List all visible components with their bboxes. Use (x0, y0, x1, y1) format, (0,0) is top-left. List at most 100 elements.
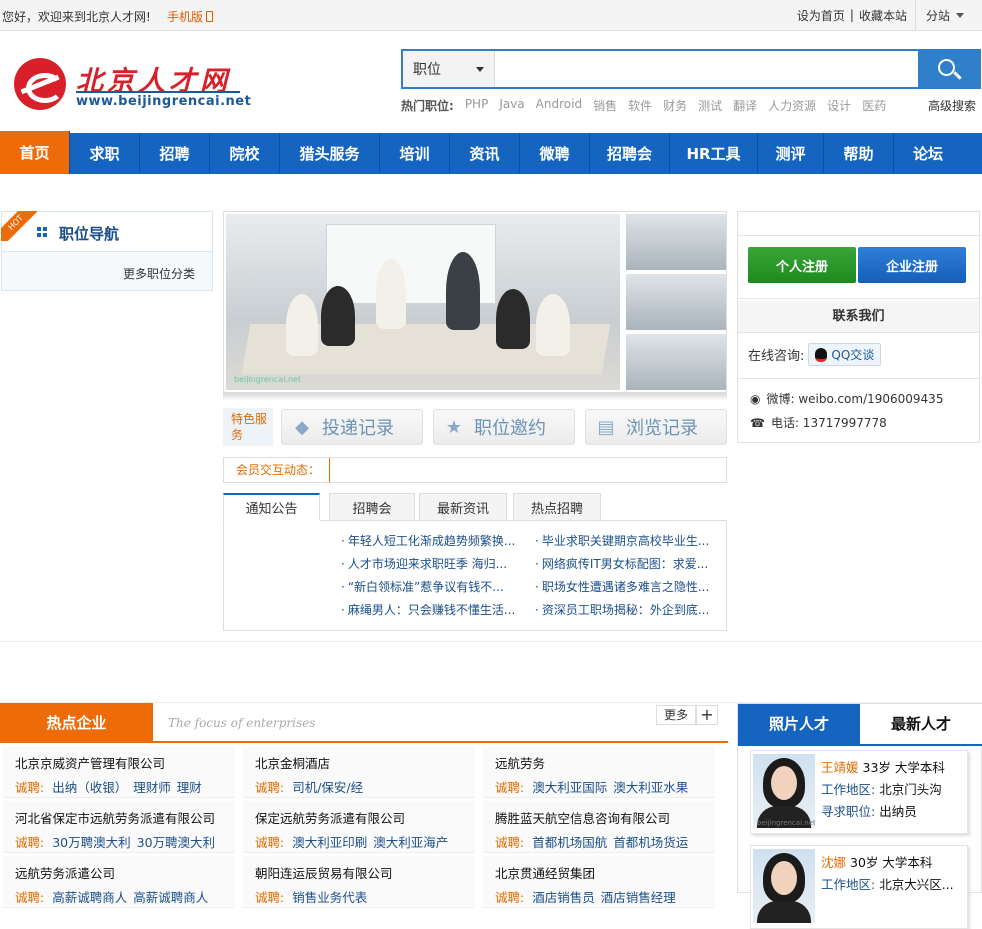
company-card[interactable]: 北京金桐酒店 诚聘: 司机/保安/经 (243, 746, 475, 798)
nav-recruit[interactable]: 招聘 (140, 133, 210, 174)
search-category-select[interactable]: 职位 (403, 51, 495, 87)
nav-micro-recruit[interactable]: 微聘 (520, 133, 590, 174)
talent-card[interactable]: 沈娜 30岁 大学本科 工作地区: 北京大兴区... (750, 845, 968, 929)
company-card[interactable]: 腾胜蓝天航空信息咨询有限公司 诚聘: 首都机场国航 首都机场货运 (483, 801, 715, 853)
news-item[interactable]: 职场女性遭遇诸多难言之隐性... (535, 578, 720, 601)
company-card[interactable]: 河北省保定市远航劳务派遣有限公司 诚聘: 30万聘澳大利 30万聘澳大利 (3, 801, 235, 853)
company-name[interactable]: 北京贯通经贸集团 (495, 863, 595, 882)
tab-latest-news[interactable]: 最新资讯 (419, 493, 507, 521)
advanced-search-link[interactable]: 高级搜索 (928, 97, 976, 114)
job-invitation-button[interactable]: ★ 职位邀约 (433, 409, 575, 445)
company-name[interactable]: 保定远航劳务派遣有限公司 (255, 808, 405, 827)
job-link[interactable]: 司机/保安/经 (292, 780, 363, 795)
hot-job-link[interactable]: 人力资源 (768, 97, 816, 114)
branch-dropdown[interactable]: 分站 (914, 0, 982, 30)
weibo-text[interactable]: 微博: weibo.com/1906009435 (766, 390, 943, 407)
company-card[interactable]: 北京京威资产管理有限公司 诚聘: 出纳（收银） 理财师 理财 (3, 746, 235, 798)
news-item[interactable]: 人才市场迎来求职旺季 海归... (341, 555, 526, 578)
nav-jobseek[interactable]: 求职 (70, 133, 140, 174)
company-name[interactable]: 朝阳连运辰贸易有限公司 (255, 863, 393, 882)
nav-job-fair[interactable]: 招聘会 (590, 133, 670, 174)
hot-job-link[interactable]: Java (499, 97, 524, 114)
job-link[interactable]: 30万聘澳大利 (52, 835, 130, 850)
job-link[interactable]: 酒店销售经理 (601, 890, 676, 905)
set-home-link[interactable]: 设为首页 (797, 7, 845, 24)
site-logo[interactable]: 北京人才网 www.beijingrencai.net (12, 55, 251, 117)
plus-icon[interactable]: + (696, 705, 718, 725)
tab-hot-recruit[interactable]: 热点招聘 (513, 493, 601, 521)
job-link[interactable]: 澳大利亚国际 (532, 780, 607, 795)
company-name[interactable]: 远航劳务派遣公司 (15, 863, 115, 882)
nav-hr-tools[interactable]: HR工具 (670, 133, 758, 174)
job-link[interactable]: 30万聘澳大利 (137, 835, 215, 850)
news-item[interactable]: 麻绳男人：只会赚钱不懂生活... (341, 601, 526, 624)
mobile-version-link[interactable]: 手机版 (167, 8, 214, 25)
nav-home[interactable]: 首页 (0, 131, 70, 174)
hot-job-link[interactable]: 医药 (862, 97, 886, 114)
job-link[interactable]: 高薪诚聘商人 (52, 890, 127, 905)
avatar[interactable]: beijingrencai.net (753, 754, 815, 828)
company-card[interactable]: 远航劳务 诚聘: 澳大利亚国际 澳大利亚水果 (483, 746, 715, 798)
search-button[interactable] (918, 51, 979, 87)
job-link[interactable]: 高薪诚聘商人 (133, 890, 208, 905)
personal-register-button[interactable]: 个人注册 (748, 247, 856, 283)
browse-record-button[interactable]: ▤ 浏览记录 (585, 409, 727, 445)
job-link[interactable]: 销售业务代表 (292, 890, 367, 905)
hot-job-link[interactable]: 设计 (827, 97, 851, 114)
job-link[interactable]: 首都机场货运 (613, 835, 688, 850)
nav-forum[interactable]: 论坛 (894, 133, 962, 174)
search-input[interactable] (495, 51, 918, 87)
delivery-record-button[interactable]: ◆ 投递记录 (281, 409, 423, 445)
nav-headhunter[interactable]: 猎头服务 (280, 133, 380, 174)
banner-slideshow[interactable]: beijingrencai.net (223, 211, 727, 393)
job-link[interactable]: 澳大利亚水果 (613, 780, 688, 795)
job-link[interactable]: 澳大利亚海产 (373, 835, 448, 850)
more-categories-link[interactable]: 更多职位分类 (123, 265, 195, 282)
company-name[interactable]: 远航劳务 (495, 753, 545, 772)
company-card[interactable]: 远航劳务派遣公司 诚聘: 高薪诚聘商人 高薪诚聘商人 (3, 856, 235, 908)
company-card[interactable]: 保定远航劳务派遣有限公司 诚聘: 澳大利亚印刷 澳大利亚海产 (243, 801, 475, 853)
job-link[interactable]: 理财 (177, 780, 202, 795)
tab-job-fair[interactable]: 招聘会 (329, 493, 415, 521)
job-link[interactable]: 澳大利亚印刷 (292, 835, 367, 850)
news-item[interactable]: “新白领标准”惹争议有钱不... (341, 578, 526, 601)
more-enterprises-link[interactable]: 更多 (656, 705, 696, 725)
tab-notices[interactable]: 通知公告 (223, 493, 320, 521)
job-link[interactable]: 理财师 (133, 780, 171, 795)
news-item[interactable]: 毕业求职关键期京高校毕业生... (535, 532, 720, 555)
banner-thumbnail[interactable] (626, 274, 726, 330)
talent-name[interactable]: 王靖媛 (821, 760, 859, 775)
tab-photo-talent[interactable]: 照片人才 (738, 704, 860, 744)
hot-job-link[interactable]: 财务 (663, 97, 687, 114)
hot-job-link[interactable]: 测试 (698, 97, 722, 114)
talent-name[interactable]: 沈娜 (821, 855, 846, 870)
job-link[interactable]: 出纳（收银） (52, 780, 127, 795)
bookmark-link[interactable]: 收藏本站 (859, 7, 907, 24)
news-item[interactable]: 年轻人短工化渐成趋势频繁换... (341, 532, 526, 555)
hot-job-link[interactable]: Android (536, 97, 582, 114)
company-name[interactable]: 北京金桐酒店 (255, 753, 330, 772)
hot-job-link[interactable]: PHP (465, 97, 489, 114)
hot-job-link[interactable]: 销售 (593, 97, 617, 114)
nav-help[interactable]: 帮助 (824, 133, 894, 174)
nav-training[interactable]: 培训 (380, 133, 450, 174)
tab-new-talent[interactable]: 最新人才 (860, 704, 982, 744)
company-name[interactable]: 腾胜蓝天航空信息咨询有限公司 (495, 808, 670, 827)
qq-chat-button[interactable]: QQ交谈 (808, 343, 882, 366)
company-name[interactable]: 北京京威资产管理有限公司 (15, 753, 165, 772)
news-item[interactable]: 网络疯传IT男女标配图：求爱... (535, 555, 720, 578)
nav-news[interactable]: 资讯 (450, 133, 520, 174)
company-card[interactable]: 北京贯通经贸集团 诚聘: 酒店销售员 酒店销售经理 (483, 856, 715, 908)
banner-main-image[interactable]: beijingrencai.net (226, 214, 620, 390)
news-item[interactable]: 资深员工职场揭秘：外企到底... (535, 601, 720, 624)
banner-thumbnail[interactable] (626, 334, 726, 390)
company-register-button[interactable]: 企业注册 (858, 247, 966, 283)
hot-job-link[interactable]: 翻译 (733, 97, 757, 114)
hot-job-link[interactable]: 软件 (628, 97, 652, 114)
nav-schools[interactable]: 院校 (210, 133, 280, 174)
job-link[interactable]: 酒店销售员 (532, 890, 595, 905)
job-link[interactable]: 首都机场国航 (532, 835, 607, 850)
nav-assessment[interactable]: 测评 (758, 133, 824, 174)
company-card[interactable]: 朝阳连运辰贸易有限公司 诚聘: 销售业务代表 (243, 856, 475, 908)
company-name[interactable]: 河北省保定市远航劳务派遣有限公司 (15, 808, 215, 827)
